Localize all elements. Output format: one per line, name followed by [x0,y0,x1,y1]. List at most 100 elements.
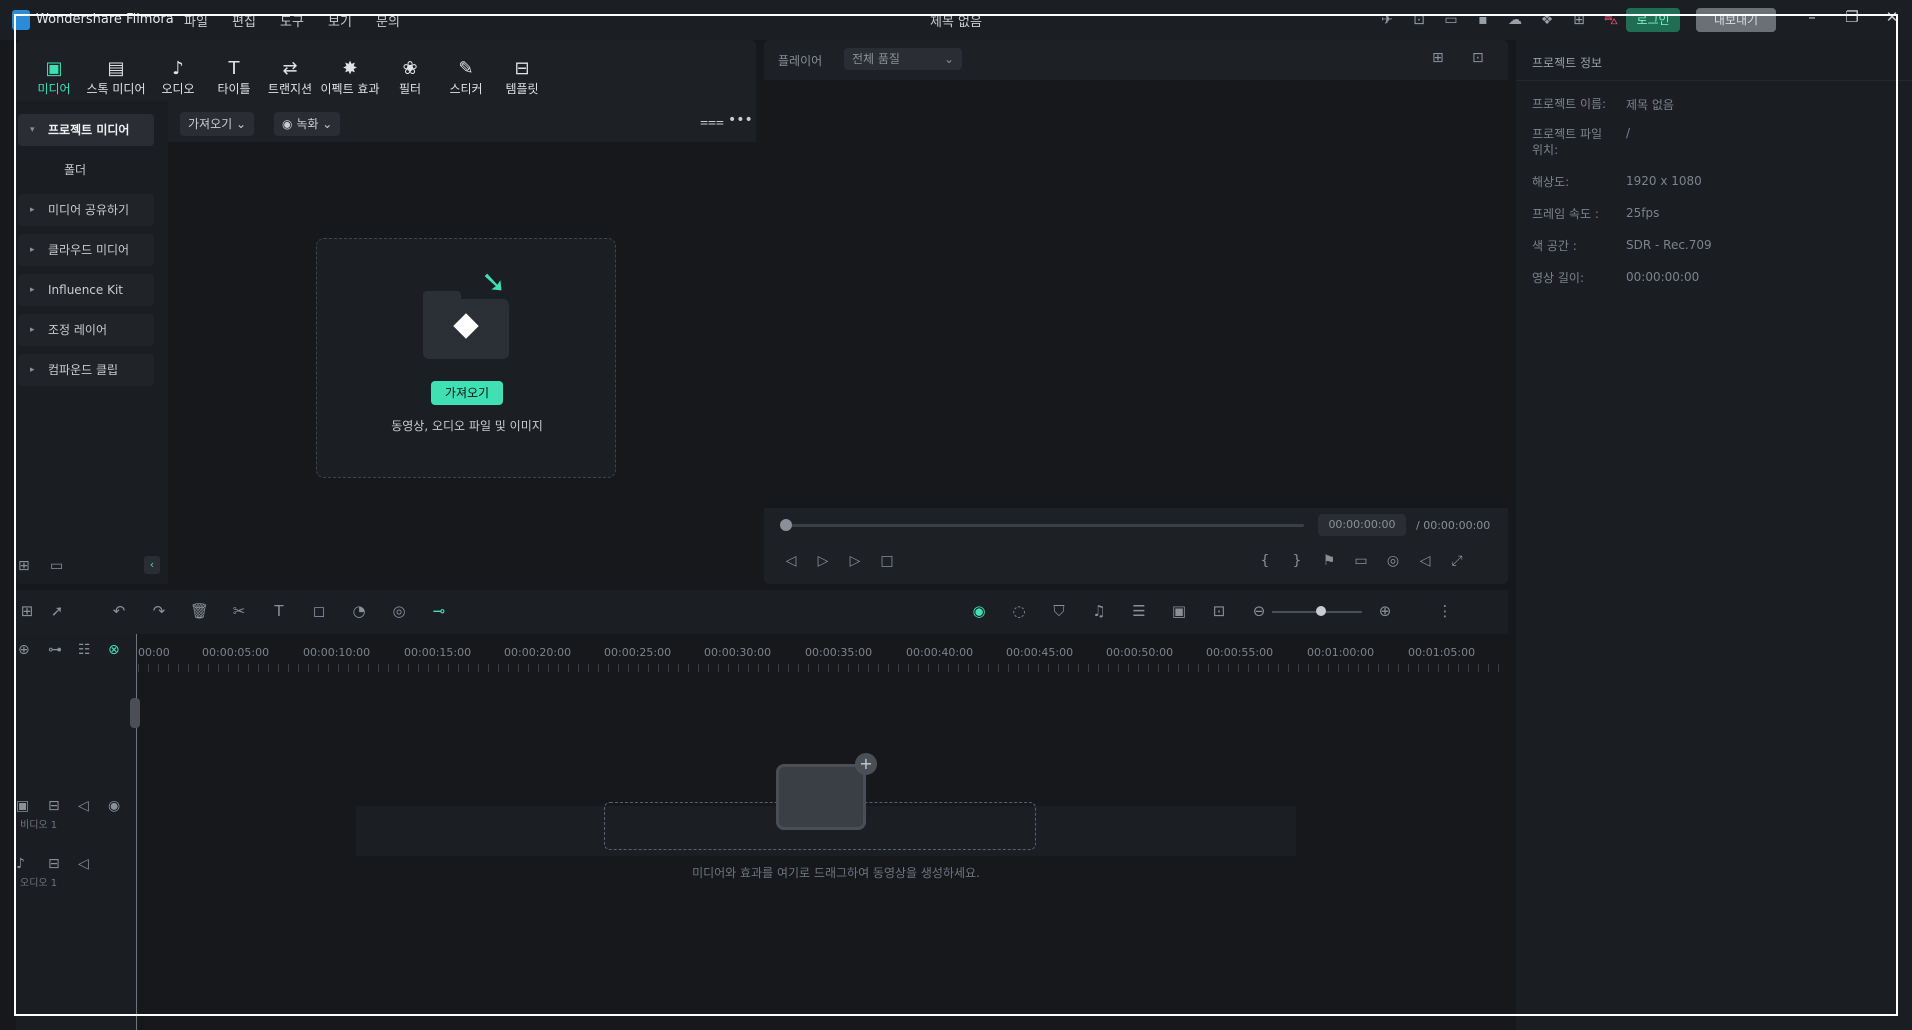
tab-filters[interactable]: ❀ 필터 [382,40,438,102]
save-icon[interactable]: ⊡ [1408,10,1430,30]
tab-label: 필터 [398,82,422,96]
mute-icon[interactable]: ◁ [78,798,89,814]
menu-help[interactable]: 문의 [376,11,424,30]
record-dropdown[interactable]: ◉ 녹화 ⌄ [274,112,341,136]
collapse-icon[interactable]: ‹ [144,556,160,574]
redo-icon[interactable]: ↷ [150,602,168,620]
playhead[interactable] [136,634,137,1030]
send-icon[interactable]: ✈ [1376,10,1398,30]
ai-tool-icon[interactable]: ◎ [390,602,408,620]
scissors-icon[interactable]: ✂ [230,602,248,620]
mark-out-icon[interactable]: } [1290,553,1304,569]
text-icon[interactable]: T [270,602,288,620]
import-dropzone[interactable]: ➘ 가져오기 동영상, 오디오 파일 및 이미지 [316,238,616,478]
filter-sort-icon[interactable]: ⩶ [700,114,724,130]
disk-icon[interactable]: ▪ [1472,10,1494,30]
sidebar-item-influence-kit[interactable]: Influence Kit [18,274,154,306]
divider [1516,80,1912,81]
stop-icon[interactable]: □ [880,553,894,569]
close-icon[interactable]: ✕ [1880,8,1904,26]
layout-icon[interactable]: ▭ [1440,10,1462,30]
sidebar-item-cloud-media[interactable]: 클라우드 미디어 [18,234,154,266]
export-button[interactable]: 내보내기 [1696,8,1776,32]
info-value: 제목 없음 [1626,98,1674,112]
zoom-out-icon[interactable]: ⊖ [1250,602,1268,620]
tab-effects[interactable]: ✸ 이펙트 효과 [318,40,382,102]
more-icon[interactable]: ••• [728,112,753,128]
cloud-icon[interactable]: ☁ [1504,10,1526,30]
tab-audio[interactable]: ♪ 오디오 [150,40,206,102]
undo-icon[interactable]: ↶ [110,602,128,620]
track-layout-icon[interactable]: ⋮ [1436,602,1454,620]
tab-media[interactable]: ▣ 미디어 [26,40,82,102]
link-icon[interactable]: ⊸ [430,602,448,620]
crop-icon[interactable]: ◻ [310,602,328,620]
quality-select[interactable]: 전체 품질 ⌄ [844,48,962,70]
current-time[interactable]: 00:00:00:00 [1318,514,1406,536]
delete-icon[interactable]: 🗑 [190,602,209,620]
audio-list-icon[interactable]: ☰ [1130,602,1148,620]
folder-icon[interactable]: ▭ [50,558,63,574]
sidebar-item-shared-media[interactable]: 미디어 공유하기 [18,194,154,226]
scrub-handle[interactable] [780,519,792,531]
marker-icon[interactable]: ⚑ [1322,553,1336,569]
render-icon[interactable]: ◌ [1010,602,1028,620]
color-icon[interactable]: ◔ [350,602,368,620]
sidebar-item-project-media[interactable]: 프로젝트 미디어 [18,114,154,146]
mic-icon[interactable]: ♫ [1090,602,1108,620]
grid-icon[interactable]: ⊞ [1568,10,1590,30]
cart-icon[interactable]: ⛍ [1600,10,1622,30]
ai-mascot-icon[interactable]: ◉ [970,602,988,620]
snapshot-icon[interactable]: ◎ [1386,553,1400,569]
scrub-bar[interactable] [784,524,1304,527]
snap-icon[interactable]: ⊗ [108,642,120,658]
login-button[interactable]: 로그인 [1626,8,1680,32]
zoom-slider-handle[interactable] [1316,606,1326,616]
ruler-tick: 00:00:35:00 [805,646,873,659]
tab-stickers[interactable]: ✎ 스티커 [438,40,494,102]
tab-label: 미디어 [37,82,71,96]
menu-edit[interactable]: 편집 [232,11,280,30]
import-dropdown[interactable]: 가져오기 ⌄ [180,112,255,136]
layout-grid-icon[interactable]: ⊞ [18,602,36,620]
image-icon[interactable]: ⊡ [1472,50,1484,66]
playhead-handle[interactable] [130,698,140,728]
new-folder-icon[interactable]: ⊞ [18,558,30,574]
sidebar-item-adjustment-layer[interactable]: 조정 레이어 [18,314,154,346]
mark-in-icon[interactable]: { [1258,553,1272,569]
menu-tools[interactable]: 도구 [280,11,328,30]
replace-icon[interactable]: ⊡ [1210,602,1228,620]
time-ruler[interactable]: 00:00 00:00:05:00 00:00:10:00 00:00:15:0… [138,634,1508,672]
track-manager-icon[interactable]: ☷ [78,642,91,658]
volume-icon[interactable]: ◁ [1418,553,1432,569]
display-icon[interactable]: ▭ [1354,553,1368,569]
add-track-icon[interactable]: ⊕ [18,642,30,658]
prev-frame-icon[interactable]: ◁ [784,553,798,569]
next-frame-icon[interactable]: ▷ [816,553,830,569]
sidebar-item-folder[interactable]: 폴더 [18,154,154,186]
select-tool-icon[interactable]: ➚ [48,602,66,620]
record-icon: ◉ [282,117,293,131]
menu-file[interactable]: 파일 [184,11,232,30]
zoom-in-icon[interactable]: ⊕ [1376,602,1394,620]
eye-icon[interactable]: ◉ [108,798,120,814]
menu-view[interactable]: 보기 [328,11,376,30]
gift-icon[interactable]: ❖ [1536,10,1558,30]
tab-templates[interactable]: ⊟ 템플릿 [494,40,550,102]
restore-icon[interactable]: ❐ [1840,8,1864,26]
player-panel: 플레이어 전체 품질 ⌄ ⊞ ⊡ 00:00:00:00 / 00:00:00:0… [764,40,1508,584]
import-button[interactable]: 가져오기 [431,381,503,405]
fullscreen-icon[interactable]: ⤢ [1450,553,1464,569]
tab-titles[interactable]: T 타이틀 [206,40,262,102]
tab-stock-media[interactable]: ▤ 스톡 미디어 [82,40,150,102]
pip-icon[interactable]: ▣ [1170,602,1188,620]
link-clip-icon[interactable]: ⊶ [48,642,62,658]
tab-transitions[interactable]: ⇄ 트랜지션 [262,40,318,102]
play-icon[interactable]: ▷ [848,553,862,569]
grid-view-icon[interactable]: ⊞ [1432,50,1444,66]
project-info-title: 프로젝트 정보 [1532,56,1603,70]
minimize-icon[interactable]: – [1800,8,1824,26]
sidebar-item-compound-clip[interactable]: 컴파운드 클립 [18,354,154,386]
shield-icon[interactable]: ⛉ [1050,602,1068,620]
lock-icon[interactable]: ⊟ [48,798,60,814]
